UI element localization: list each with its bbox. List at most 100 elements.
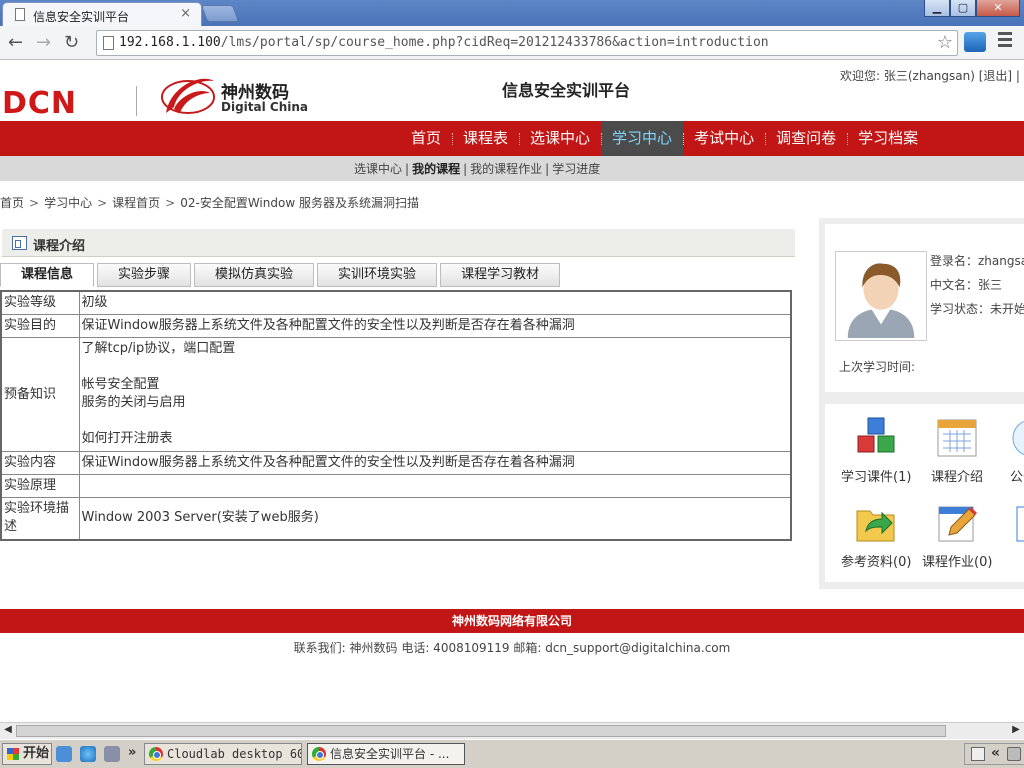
row-key: 实验等级 [0, 290, 80, 315]
nav-item-4[interactable]: 考试中心 [683, 121, 765, 156]
cubes-icon [854, 416, 898, 460]
row-value: Window 2003 Server(安装了web服务) [78, 497, 792, 540]
bookmark-star-icon[interactable]: ☆ [937, 32, 953, 53]
scroll-right-icon[interactable]: ▶ [1008, 724, 1024, 738]
subnav-item-0[interactable]: 选课中心 [354, 162, 402, 176]
back-icon[interactable]: ← [8, 32, 23, 53]
quick-notice-label: 公告 [1009, 470, 1024, 485]
subnav-item-2[interactable]: 我的课程作业 [470, 162, 542, 176]
breadcrumb-separator: > [165, 196, 176, 210]
quick-courseware[interactable]: 学习课件(1) [841, 416, 911, 485]
nav-item-2[interactable]: 选课中心 [519, 121, 601, 156]
site-title: 信息安全实训平台 [502, 81, 631, 100]
folder-arrow-icon [854, 501, 898, 545]
main-nav: 首页 课程表 选课中心 学习中心 考试中心 调查问卷 学习档案 [0, 121, 1024, 156]
media-icon[interactable] [104, 746, 120, 762]
tab-title: 信息安全实训平台 [33, 10, 130, 24]
row-key: 实验环境描述 [0, 497, 80, 540]
url-path: /lms/portal/sp/course_home.php?cidReq=20… [220, 35, 769, 50]
course-tab-1[interactable]: 实验步骤 [97, 263, 192, 287]
minimize-button[interactable]: ▁ [924, 0, 950, 17]
more-launch-icon[interactable]: » [128, 745, 136, 760]
task-platform[interactable]: 信息安全实训平台 - ... [307, 743, 465, 765]
table-row: 实验等级 初级 [0, 290, 792, 315]
breadcrumb-separator: > [97, 196, 108, 210]
row-value [78, 474, 792, 498]
quick-intro[interactable]: 课程介绍 [931, 416, 983, 485]
notice-icon [1001, 416, 1024, 460]
menu-icon[interactable] [998, 32, 1012, 50]
course-tab-4[interactable]: 课程学习教材 [440, 263, 561, 287]
dcn-logo: DCN [2, 86, 78, 121]
table-row: 实验环境描述 Window 2003 Server(安装了web服务) [0, 497, 792, 540]
quick-notice[interactable]: 公告 [1001, 416, 1024, 485]
course-tab-0[interactable]: 课程信息 [0, 263, 95, 287]
table-row: 实验原理 [0, 474, 792, 498]
edit-pencil-icon [935, 501, 979, 545]
task-cloudlab-label: Cloudlab desktop 60... [167, 747, 301, 761]
close-icon[interactable]: × [180, 6, 191, 21]
tray-expand-icon[interactable]: « [991, 745, 1000, 761]
scroll-left-icon[interactable]: ◀ [0, 724, 16, 738]
subnav-separator: | [405, 162, 410, 176]
quick-links-panel: 学习课件(1) 课程介绍 公告 [819, 398, 1024, 589]
new-tab-button[interactable] [200, 5, 240, 22]
horizontal-scrollbar[interactable]: ◀ ▶ [0, 722, 1024, 739]
reload-icon[interactable]: ↻ [64, 32, 79, 53]
breadcrumb: 首页 > 学习中心 > 课程首页 >02-安全配置Window 服务器及系统漏洞扫描 [0, 194, 419, 211]
address-bar[interactable]: 192.168.1.100/lms/portal/sp/course_home.… [96, 30, 958, 56]
digital-china-swirl-icon [161, 78, 215, 114]
sub-nav: 选课中心 | 我的课程 | 我的课程作业 | 学习进度 [0, 156, 1024, 181]
window-controls: ▁ ▢ ✕ [924, 0, 1020, 18]
maximize-button[interactable]: ▢ [950, 0, 976, 17]
nav-item-5[interactable]: 调查问卷 [765, 121, 847, 156]
row-key: 实验目的 [0, 314, 80, 338]
keyboard-icon[interactable] [971, 747, 985, 761]
breadcrumb-separator: > [29, 196, 40, 210]
url-text: 192.168.1.100/lms/portal/sp/course_home.… [119, 35, 769, 50]
row-key: 预备知识 [0, 337, 80, 452]
subnav-item-1[interactable]: 我的课程 [412, 162, 460, 176]
table-row: 实验内容 保证Window服务器上系统文件及各种配置文件的安全性以及判断是否存在着… [0, 451, 792, 475]
subnav-item-3[interactable]: 学习进度 [552, 162, 600, 176]
study-status: 学习状态：未开始 [930, 302, 1024, 316]
avatar [835, 251, 927, 341]
panel-header: 课程介绍 [2, 229, 795, 257]
browser-tab[interactable]: 信息安全实训平台 × [2, 2, 202, 26]
row-value: 保证Window服务器上系统文件及各种配置文件的安全性以及判断是否存在着各种漏洞 [78, 314, 792, 338]
welcome-text[interactable]: 欢迎您: 张三(zhangsan) [退出] | [840, 67, 1020, 84]
ie-icon[interactable] [80, 746, 96, 762]
web-page: DCN 神州数码 Digital China 信息安全实训平台 欢迎您: 张三(… [0, 61, 1024, 722]
nav-item-6[interactable]: 学习档案 [847, 121, 929, 156]
page-icon [15, 8, 25, 21]
chrome-icon [312, 747, 326, 761]
quick-homework[interactable]: 课程作业(0) [922, 501, 992, 570]
breadcrumb-item-0[interactable]: 首页 [0, 196, 24, 210]
task-platform-label: 信息安全实训平台 - ... [330, 747, 450, 761]
scroll-thumb[interactable] [16, 725, 946, 737]
quick-more[interactable]: 学 [1011, 501, 1024, 570]
quick-homework-label: 课程作业(0) [922, 555, 993, 570]
quick-intro-label: 课程介绍 [931, 470, 984, 485]
extension-icon[interactable] [964, 32, 986, 52]
forward-icon[interactable]: → [36, 32, 51, 53]
calendar-icon [935, 416, 979, 460]
course-tab-2[interactable]: 模拟仿真实验 [194, 263, 315, 287]
row-value: 了解tcp/ip协议，端口配置 帐号安全配置 服务的关闭与启用 如何打开注册表 [78, 337, 792, 452]
nav-item-1[interactable]: 课程表 [452, 121, 519, 156]
quick-reference[interactable]: 参考资料(0) [841, 501, 911, 570]
start-button[interactable]: 开始 [2, 743, 52, 765]
course-tab-3[interactable]: 实训环境实验 [317, 263, 438, 287]
task-cloudlab[interactable]: Cloudlab desktop 60... [144, 743, 302, 765]
last-study-time: 上次学习时间: [839, 360, 916, 374]
browser-tabstrip: 信息安全实训平台 × ▁ ▢ ✕ [0, 0, 1024, 26]
nav-item-3[interactable]: 学习中心 [601, 121, 684, 156]
volume-icon[interactable] [1007, 747, 1021, 761]
desktop-icon[interactable] [56, 746, 72, 762]
breadcrumb-item-1[interactable]: 学习中心 [44, 196, 92, 210]
nav-item-0[interactable]: 首页 [400, 121, 452, 156]
breadcrumb-item-2[interactable]: 课程首页 [112, 196, 160, 210]
panel-title: 课程介绍 [33, 239, 86, 254]
breadcrumb-item-3: 02-安全配置Window 服务器及系统漏洞扫描 [180, 196, 419, 210]
window-close-button[interactable]: ✕ [976, 0, 1020, 17]
